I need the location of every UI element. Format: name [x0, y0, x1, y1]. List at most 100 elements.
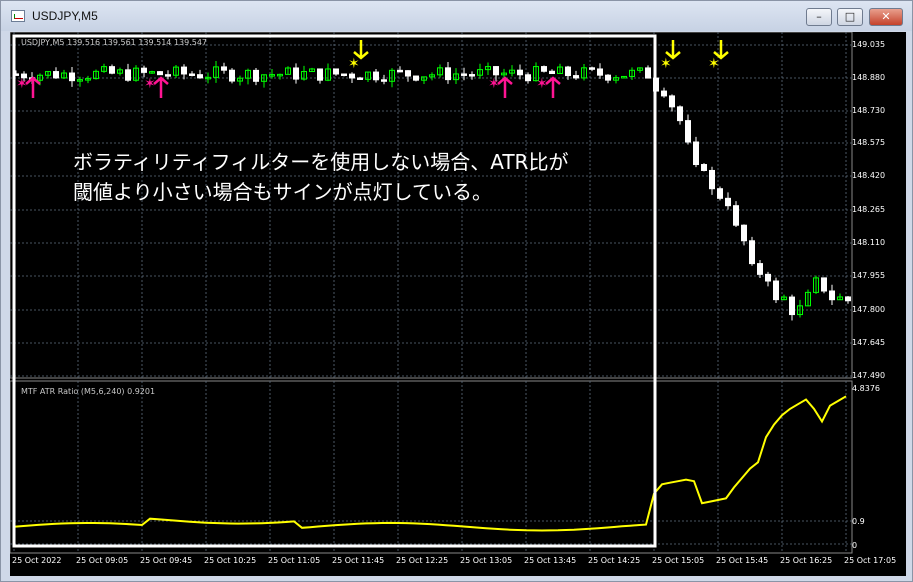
price-axis-label: 149.035	[852, 40, 886, 49]
candle-body	[845, 296, 851, 302]
candle-body	[125, 69, 131, 81]
chart-canvas[interactable]: ✶ ✶ ✶ ✶ ✶ ✶ ✶	[10, 32, 906, 576]
candle-body	[693, 141, 699, 166]
main-pane-header: USDJPY,M5 139.516 139.561 139.514 139.54…	[21, 38, 208, 47]
candle-body	[541, 66, 547, 72]
price-axis-label: 148.880	[852, 73, 886, 82]
candle-body	[565, 66, 571, 77]
candle-body	[197, 74, 203, 79]
annotation-text: ボラティリティフィルターを使用しない場合、ATR比が 閾値より小さい場合もサイン…	[73, 147, 568, 207]
time-axis-label: 25 Oct 09:45	[140, 556, 193, 565]
candle-body	[157, 71, 163, 76]
buy-star-icon: ✶	[144, 76, 156, 92]
candle-body	[709, 169, 715, 190]
candle-body	[293, 67, 299, 80]
candle-body	[669, 95, 675, 108]
candle-body	[789, 296, 795, 316]
time-axis-label: 25 Oct 11:45	[332, 556, 385, 565]
candle-body	[109, 66, 115, 74]
candle-body	[405, 70, 411, 77]
candle-body	[829, 290, 835, 301]
highlight-box	[12, 34, 657, 548]
time-axis-label: 25 Oct 15:05	[652, 556, 705, 565]
title-bar[interactable]: USDJPY,M5 – □ ✕	[1, 1, 912, 31]
price-axis-label: 148.420	[852, 171, 886, 180]
time-axis-label: 25 Oct 14:25	[588, 556, 641, 565]
candle-body	[701, 164, 707, 171]
candle-body	[349, 73, 355, 79]
candle-body	[741, 224, 747, 242]
candle-body	[165, 74, 171, 77]
candle-body	[373, 71, 379, 81]
candle-body	[317, 68, 323, 81]
candle-body	[181, 66, 187, 75]
time-axis-label: 25 Oct 15:45	[716, 556, 769, 565]
candle-body	[597, 68, 603, 76]
candle-body	[677, 106, 683, 122]
time-axis-label: 25 Oct 09:05	[76, 556, 129, 565]
minimize-button[interactable]: –	[806, 8, 832, 26]
candle-body	[141, 67, 147, 73]
indicator-pane-header: MTF ATR Ratio (M5,6,240) 0.9201	[21, 387, 156, 396]
window-title: USDJPY,M5	[32, 9, 98, 23]
candle-body	[549, 70, 555, 75]
candle-body	[749, 240, 755, 265]
time-axis-label: 25 Oct 13:45	[524, 556, 577, 565]
candle-body	[517, 69, 523, 76]
candle-body	[381, 79, 387, 82]
price-axis-label: 148.730	[852, 106, 886, 115]
chart-window: USDJPY,M5 – □ ✕ ✶ ✶ ✶ ✶ ✶ ✶ ✶ USDJPY,M5 139.51…	[0, 0, 913, 582]
indicator-axis-label: 0.9	[852, 517, 865, 526]
candle-body	[69, 72, 75, 82]
price-axis-label: 147.800	[852, 305, 886, 314]
candle-body	[525, 74, 531, 82]
time-axis-label: 25 Oct 10:25	[204, 556, 257, 565]
price-axis-label: 148.265	[852, 205, 886, 214]
candle-body	[765, 273, 771, 282]
close-button[interactable]: ✕	[869, 8, 903, 26]
candle-body	[221, 66, 227, 71]
time-axis-label: 25 Oct 11:05	[268, 556, 321, 565]
sell-star-icon: ✶	[348, 56, 360, 72]
price-axis-label: 147.490	[852, 371, 886, 380]
candle-body	[341, 73, 347, 77]
atr-ratio-line	[13, 395, 847, 532]
buy-arrow-icon	[497, 76, 513, 98]
candle-body	[725, 197, 731, 207]
price-axis-label: 148.110	[852, 238, 886, 247]
candle-body	[821, 277, 827, 292]
price-axis-label: 148.575	[852, 138, 886, 147]
candle-body	[189, 73, 195, 76]
candle-body	[357, 77, 363, 80]
buy-arrow-icon	[153, 76, 169, 98]
time-axis-label: 25 Oct 13:05	[460, 556, 513, 565]
time-axis-label: 25 Oct 2022	[12, 556, 62, 565]
candle-body	[333, 68, 339, 75]
buy-star-icon: ✶	[488, 76, 500, 92]
candle-body	[397, 69, 403, 73]
candle-body	[413, 75, 419, 81]
candle-body	[469, 74, 475, 77]
chart-app-icon	[11, 10, 25, 22]
buy-star-icon: ✶	[536, 76, 548, 92]
indicator-pane-frame	[10, 380, 853, 554]
candle-body	[645, 67, 651, 79]
candle-body	[717, 188, 723, 199]
time-axis-label: 25 Oct 16:25	[780, 556, 833, 565]
time-axis-label: 25 Oct 17:05	[844, 556, 897, 565]
sell-star-icon: ✶	[708, 56, 720, 72]
maximize-button[interactable]: □	[837, 8, 863, 26]
price-axis-label: 147.645	[852, 338, 886, 347]
candle-body	[53, 71, 59, 79]
candle-body	[605, 74, 611, 81]
indicator-axis-label: 0	[852, 541, 858, 550]
candle-body	[493, 66, 499, 76]
price-axis-label: 147.955	[852, 271, 886, 280]
chart-area[interactable]: ✶ ✶ ✶ ✶ ✶ ✶ ✶ USDJPY,M5 139.516 139.561 139.51…	[10, 32, 906, 576]
candle-body	[461, 73, 467, 76]
annotation-line-2: 閾値より小さい場合もサインが点灯している。	[73, 180, 492, 204]
candle-body	[573, 75, 579, 79]
candle-body	[773, 280, 779, 301]
candle-body	[685, 120, 691, 143]
buy-star-icon: ✶	[16, 76, 28, 92]
